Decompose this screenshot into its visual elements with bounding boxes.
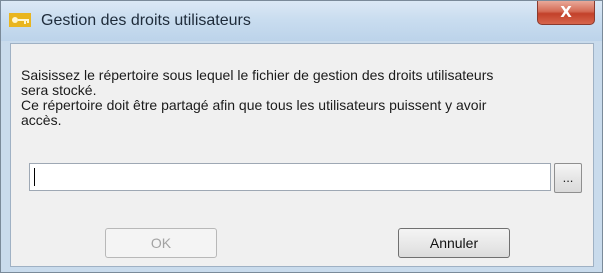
instruction-line: accès. (21, 112, 62, 128)
text-caret (34, 168, 35, 186)
ok-button[interactable]: OK (105, 228, 217, 258)
instruction-line: Ce répertoire doit être partagé afin que… (21, 97, 487, 113)
window-title: Gestion des droits utilisateurs (41, 12, 251, 29)
browse-button[interactable]: ... (554, 163, 582, 193)
instruction-line: sera stocké. (21, 82, 97, 98)
instruction-text: Saisissez le répertoire sous lequel le f… (21, 68, 581, 128)
title-bar[interactable]: Gestion des droits utilisateurs X (1, 1, 602, 41)
close-button[interactable]: X (537, 1, 595, 25)
key-icon (9, 13, 31, 27)
directory-path-input[interactable] (29, 163, 551, 191)
dialog-content: Saisissez le répertoire sous lequel le f… (10, 43, 594, 267)
dialog-window: Gestion des droits utilisateurs X Saisis… (0, 0, 603, 273)
close-icon: X (560, 3, 572, 21)
cancel-button[interactable]: Annuler (398, 228, 510, 258)
instruction-line: Saisissez le répertoire sous lequel le f… (21, 67, 494, 83)
